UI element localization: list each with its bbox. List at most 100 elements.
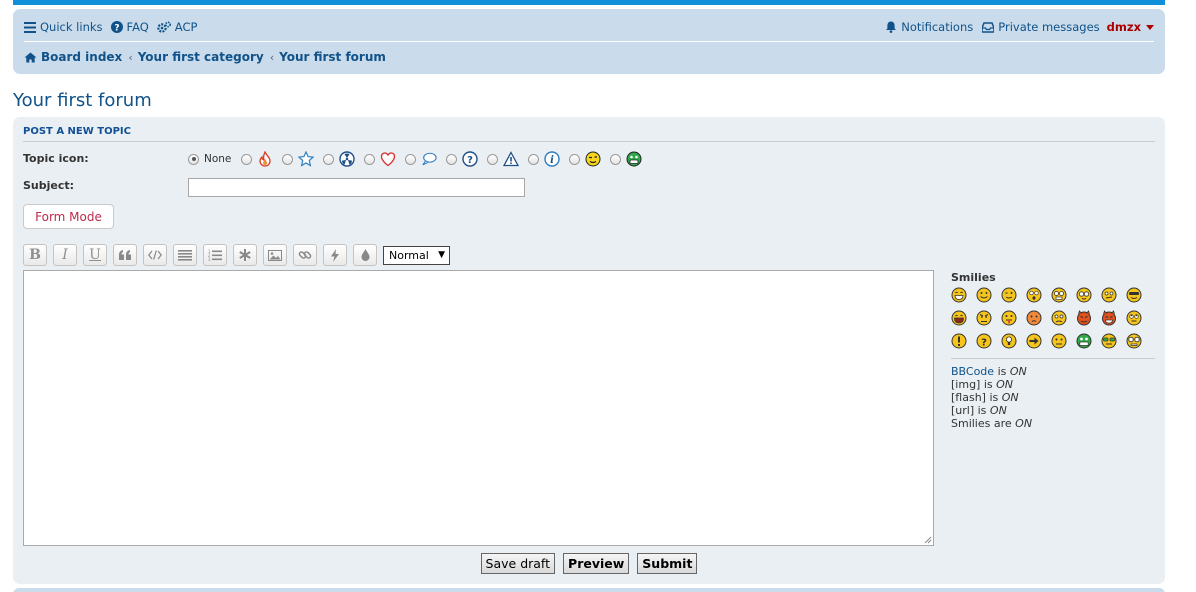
smiley-razz-icon[interactable]	[1001, 310, 1017, 326]
resize-grip-icon[interactable]	[923, 535, 932, 544]
font-size-value: Normal	[389, 248, 429, 262]
notifications-label: Notifications	[901, 20, 974, 34]
underline-button[interactable]: U	[83, 244, 107, 266]
nav-right: Notifications Private messages dmzx	[876, 20, 1154, 34]
smiley-nerd-icon[interactable]	[1126, 333, 1142, 349]
breadcrumb-category[interactable]: Your first category	[138, 50, 264, 64]
list-button[interactable]	[173, 244, 197, 266]
svg-text:?: ?	[114, 24, 119, 34]
faq-label: FAQ	[126, 20, 149, 34]
panel-heading: POST A NEW TOPIC	[23, 126, 131, 137]
topic-icon-radio[interactable]	[569, 153, 581, 165]
smiley-rolleyes-icon[interactable]	[1126, 310, 1142, 326]
quote-button[interactable]	[113, 244, 137, 266]
bbcode-state: ON	[1009, 365, 1027, 378]
breadcrumb-label-0: Board index	[41, 50, 123, 64]
breadcrumb-board-index[interactable]: Board index	[24, 50, 122, 64]
nav-row: Quick links ? FAQ ACP Notifications Priv…	[24, 19, 1154, 35]
bolt-icon	[331, 248, 339, 262]
preview-button[interactable]: Preview	[563, 553, 630, 574]
link-button[interactable]	[293, 244, 317, 266]
flash-status-line: [flash] is ON	[951, 391, 1032, 404]
list-icon	[178, 249, 192, 261]
submit-buttons: Save draft Preview Submit	[13, 553, 1165, 574]
smilies-status-line: Smilies are ON	[951, 417, 1032, 430]
bbcode-link[interactable]: BBCode	[951, 365, 994, 378]
bbcode-status: BBCode is ON [img] is ON [flash] is ON […	[951, 365, 1032, 430]
ordered-list-button[interactable]: 123	[203, 244, 227, 266]
warning-icon	[503, 151, 520, 167]
submit-button[interactable]: Submit	[637, 553, 698, 574]
hamburger-icon	[24, 21, 36, 33]
smiley-geek-icon[interactable]	[1051, 287, 1067, 303]
post-form-panel: POST A NEW TOPIC Topic icon: None ? i Su…	[13, 117, 1165, 584]
quick-links-menu[interactable]: Quick links	[24, 20, 103, 34]
smiley-mad-icon[interactable]	[976, 310, 992, 326]
smiley-wink-icon[interactable]	[1001, 287, 1017, 303]
smiley-uber-geek-icon[interactable]	[1076, 287, 1092, 303]
notifications-link[interactable]: Notifications	[885, 20, 973, 34]
subject-label: Subject:	[23, 179, 75, 192]
caret-down-icon	[1146, 24, 1154, 30]
svg-text:?: ?	[468, 155, 474, 166]
fire-icon	[257, 151, 273, 167]
smiley-smile-icon[interactable]	[976, 287, 992, 303]
speech-bubble-icon	[421, 151, 438, 167]
flash-button[interactable]	[323, 244, 347, 266]
topic-icon-radio[interactable]	[528, 153, 540, 165]
smiley-lol-icon[interactable]	[951, 310, 967, 326]
url-status-text: [url] is	[951, 404, 987, 417]
smiley-twisted-icon[interactable]	[1101, 310, 1117, 326]
italic-button[interactable]: I	[53, 244, 77, 266]
topic-icon-radio[interactable]	[282, 153, 294, 165]
topic-icon-radio-none[interactable]	[188, 153, 199, 165]
topic-icon-label: Topic icon:	[23, 152, 89, 165]
smiley-evil-icon[interactable]	[1076, 310, 1092, 326]
faq-link[interactable]: ? FAQ	[110, 20, 149, 34]
smiley-eek-icon[interactable]	[1026, 287, 1042, 303]
private-messages-link[interactable]: Private messages	[982, 20, 1100, 34]
smiley-arrow-icon[interactable]	[1026, 333, 1042, 349]
smiley-cool-icon[interactable]	[1126, 287, 1142, 303]
smiley-question-icon[interactable]: ?	[976, 333, 992, 349]
bbcode-status-line: BBCode is ON	[951, 365, 1032, 378]
img-state: ON	[996, 378, 1014, 391]
smiley-redface-icon[interactable]	[1026, 310, 1042, 326]
smiley-mrgreen-icon[interactable]	[1076, 333, 1092, 349]
bold-button[interactable]: B	[23, 244, 47, 266]
font-size-select[interactable]: Normal ▼	[383, 245, 450, 265]
quote-icon	[119, 250, 131, 260]
home-icon	[24, 52, 37, 62]
smiley-geek-glasses-icon[interactable]	[1101, 333, 1117, 349]
topic-icon-radio[interactable]	[405, 153, 417, 165]
topic-icon-radio[interactable]	[446, 153, 458, 165]
breadcrumb-forum[interactable]: Your first forum	[279, 50, 386, 64]
smilies-heading: Smilies	[951, 271, 996, 284]
subject-input[interactable]	[188, 178, 525, 197]
list-item-button[interactable]	[233, 244, 257, 266]
smiley-idea-icon[interactable]	[1001, 333, 1017, 349]
form-mode-button[interactable]: Form Mode	[23, 204, 114, 229]
topic-icon-radio[interactable]	[487, 153, 499, 165]
topic-icon-radio[interactable]	[241, 153, 253, 165]
none-label: None	[204, 153, 232, 165]
smiley-cry-icon[interactable]	[1051, 310, 1067, 326]
smiley-neutral-icon[interactable]	[1051, 333, 1067, 349]
user-menu[interactable]: dmzx	[1107, 20, 1154, 34]
nav-divider	[24, 41, 1154, 42]
smiley-biggrin-icon[interactable]	[951, 287, 967, 303]
scrollbar[interactable]	[1181, 0, 1196, 592]
message-textarea[interactable]	[23, 270, 934, 546]
color-button[interactable]	[353, 244, 377, 266]
save-draft-button[interactable]: Save draft	[480, 553, 556, 574]
smiley-exclaim-icon[interactable]	[951, 333, 967, 349]
topic-icon-radio[interactable]	[610, 153, 622, 165]
image-button[interactable]	[263, 244, 287, 266]
topic-icon-radio[interactable]	[323, 153, 335, 165]
flash-status-text: [flash] is	[951, 391, 999, 404]
bbcode-is-text: is	[997, 365, 1007, 378]
code-button[interactable]	[143, 244, 167, 266]
acp-link[interactable]: ACP	[157, 20, 197, 34]
topic-icon-radio[interactable]	[364, 153, 376, 165]
smiley-confused-icon[interactable]	[1101, 287, 1117, 303]
